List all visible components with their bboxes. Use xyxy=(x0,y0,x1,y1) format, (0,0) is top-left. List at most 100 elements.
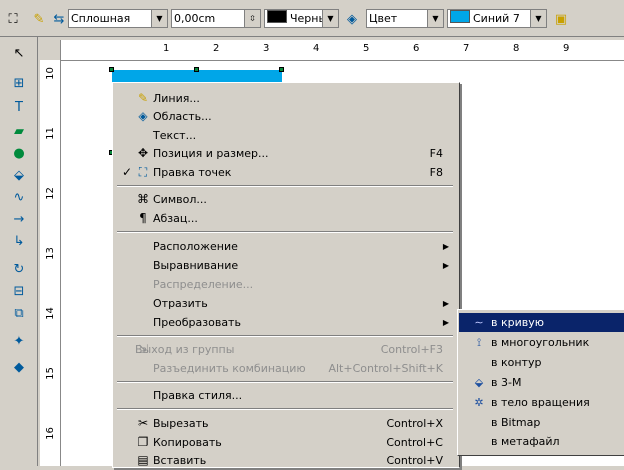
menu-item-edit-points[interactable]: ✓ ⛶ Правка точек F8 xyxy=(115,163,455,182)
submenu-item-to-bitmap[interactable]: в Bitmap xyxy=(459,413,624,432)
ruler-number: 1 xyxy=(163,43,170,54)
ruler-number: 7 xyxy=(463,43,470,54)
submenu-item-label: в кривую xyxy=(491,316,545,329)
submenu-arrow-icon: ▶ xyxy=(442,261,449,270)
line-properties-toolbar: ⛶ ✎ ⇆ Сплошная ▼ 0,00cm ⇳ Черный ▼ ◈ Цве… xyxy=(0,0,624,37)
menu-item-character[interactable]: ⌘ Символ... xyxy=(115,190,455,209)
menu-item-label: Выравнивание xyxy=(153,259,239,272)
3d-objects-icon[interactable]: ⬙ xyxy=(9,165,29,185)
vertical-ruler: 10 11 12 13 14 15 16 xyxy=(40,60,61,466)
submenu-item-label: в Bitmap xyxy=(491,416,541,429)
line-style-combo[interactable]: Сплошная ▼ xyxy=(68,9,168,28)
menu-item-convert[interactable]: Преобразовать ▶ xyxy=(115,313,455,332)
text-tool-icon[interactable]: T xyxy=(9,97,29,117)
horizontal-ruler: 1 2 3 4 5 6 7 8 9 xyxy=(40,40,624,61)
line-style-icon: ⇆ xyxy=(53,11,65,27)
shortcut: Alt+Control+Shift+K xyxy=(328,362,443,375)
line-color-combo[interactable]: Черный ▼ xyxy=(264,9,339,28)
check-icon: ✓ xyxy=(121,165,133,179)
line-color-swatch xyxy=(267,10,287,23)
menu-item-paragraph[interactable]: ¶ Абзац... xyxy=(115,209,455,228)
menu-item-position-size[interactable]: ✥ Позиция и размер... F4 xyxy=(115,144,455,163)
submenu-item-to-curve[interactable]: ∼ в кривую xyxy=(459,313,624,332)
lines-arrows-icon[interactable]: → xyxy=(9,209,29,229)
submenu-item-label: в 3-М xyxy=(491,376,522,389)
menu-item-line[interactable]: ✎ Линия... xyxy=(115,89,455,108)
menu-item-label: Распределение... xyxy=(153,278,254,291)
chevron-down-icon[interactable]: ▼ xyxy=(530,10,546,27)
menu-item-exit-group: ⇲ Выход из группы Control+F3 xyxy=(115,340,455,359)
line-style-value: Сплошная xyxy=(71,12,131,25)
rotation-body-icon: ✲ xyxy=(474,396,484,409)
area-fill-icon[interactable]: ◈ xyxy=(343,10,361,28)
menu-item-alignment[interactable]: Выравнивание ▶ xyxy=(115,256,455,275)
ruler-number: 9 xyxy=(563,43,570,54)
area-color-combo[interactable]: Синий 7 ▼ xyxy=(447,9,547,28)
menu-item-paste[interactable]: ▤ Вставить Control+V xyxy=(115,451,455,470)
chevron-down-icon[interactable]: ▼ xyxy=(427,10,443,27)
effects-icon[interactable]: ✦ xyxy=(9,331,29,351)
menu-item-label: Правка стиля... xyxy=(153,389,243,402)
rotate-tool-icon[interactable]: ↻ xyxy=(9,259,29,279)
ruler-number: 11 xyxy=(44,127,56,140)
submenu-item-label: в метафайл xyxy=(491,435,560,448)
ruler-corner[interactable] xyxy=(40,40,61,60)
shortcut: F8 xyxy=(429,166,443,179)
submenu-arrow-icon: ▶ xyxy=(442,318,449,327)
submenu-item-to-metafile[interactable]: в метафайл xyxy=(459,432,624,451)
ruler-number: 15 xyxy=(44,367,56,380)
points-icon: ⛶ xyxy=(138,165,148,179)
menu-item-label: Абзац... xyxy=(153,212,198,225)
alignment-icon[interactable]: ⊟ xyxy=(9,281,29,301)
3d-effects-icon[interactable]: ◆ xyxy=(9,357,29,377)
select-arrow-tool-icon[interactable]: ⛶ xyxy=(4,10,22,28)
menu-item-cut[interactable]: ✂ Вырезать Control+X xyxy=(115,414,455,433)
context-menu: ✎ Линия... ◈ Область... Текст... ✥ Позиц… xyxy=(112,82,460,468)
ruler-number: 10 xyxy=(44,67,56,80)
select-pointer-icon[interactable]: ↖ xyxy=(9,43,29,63)
shortcut: F4 xyxy=(429,147,443,160)
line-width-spin[interactable]: 0,00cm ⇳ xyxy=(171,9,261,28)
menu-item-label: Преобразовать xyxy=(153,316,241,329)
shadow-icon[interactable]: ▣ xyxy=(552,10,570,28)
ruler-number: 16 xyxy=(44,427,56,440)
3d-icon: ⬙ xyxy=(474,376,484,389)
menu-item-text[interactable]: Текст... xyxy=(115,126,455,145)
ruler-number: 5 xyxy=(363,43,370,54)
resize-handle[interactable] xyxy=(194,67,199,72)
line-icon: ✎ xyxy=(137,91,149,105)
rectangle-tool-icon[interactable]: ▰ xyxy=(9,121,29,141)
connector-tool-icon[interactable]: ↳ xyxy=(9,231,29,251)
line-icon[interactable]: ✎ xyxy=(30,10,48,28)
submenu-item-to-polygon[interactable]: ⟟ в многоугольник xyxy=(459,333,624,352)
menu-item-flip[interactable]: Отразить ▶ xyxy=(115,294,455,313)
ellipse-tool-icon[interactable]: ● xyxy=(9,143,29,163)
area-style-combo[interactable]: Цвет ▼ xyxy=(366,9,444,28)
ruler-number: 14 xyxy=(44,307,56,320)
menu-item-label: Отразить xyxy=(153,297,208,310)
submenu-item-label: в контур xyxy=(491,356,542,369)
polygon-icon: ⟟ xyxy=(476,336,482,349)
menu-item-edit-style[interactable]: Правка стиля... xyxy=(115,386,455,405)
paragraph-icon: ¶ xyxy=(139,211,147,225)
arrange-icon[interactable]: ⧉ xyxy=(9,303,29,323)
menu-item-arrange[interactable]: Расположение ▶ xyxy=(115,237,455,256)
submenu-item-to-rotation-body[interactable]: ✲ в тело вращения xyxy=(459,393,624,412)
resize-handle[interactable] xyxy=(279,67,284,72)
menu-item-label: Область... xyxy=(153,110,212,123)
ruler-number: 8 xyxy=(513,43,520,54)
resize-handle[interactable] xyxy=(109,67,114,72)
zoom-icon[interactable]: ⊞ xyxy=(9,73,29,93)
submenu-arrow-icon: ▶ xyxy=(442,242,449,251)
menu-item-label: Копировать xyxy=(153,436,222,449)
submenu-item-to-3d[interactable]: ⬙ в 3-М xyxy=(459,373,624,392)
chevron-down-icon[interactable]: ▼ xyxy=(322,10,338,27)
spin-arrows-icon[interactable]: ⇳ xyxy=(244,10,260,27)
copy-icon: ❐ xyxy=(137,435,149,449)
menu-item-copy[interactable]: ❐ Копировать Control+C xyxy=(115,433,455,452)
chevron-down-icon[interactable]: ▼ xyxy=(151,10,167,27)
submenu-item-to-contour[interactable]: в контур xyxy=(459,353,624,372)
menu-item-area[interactable]: ◈ Область... xyxy=(115,107,455,126)
menu-item-distribution: Распределение... xyxy=(115,275,455,294)
curve-tool-icon[interactable]: ∿ xyxy=(9,187,29,207)
